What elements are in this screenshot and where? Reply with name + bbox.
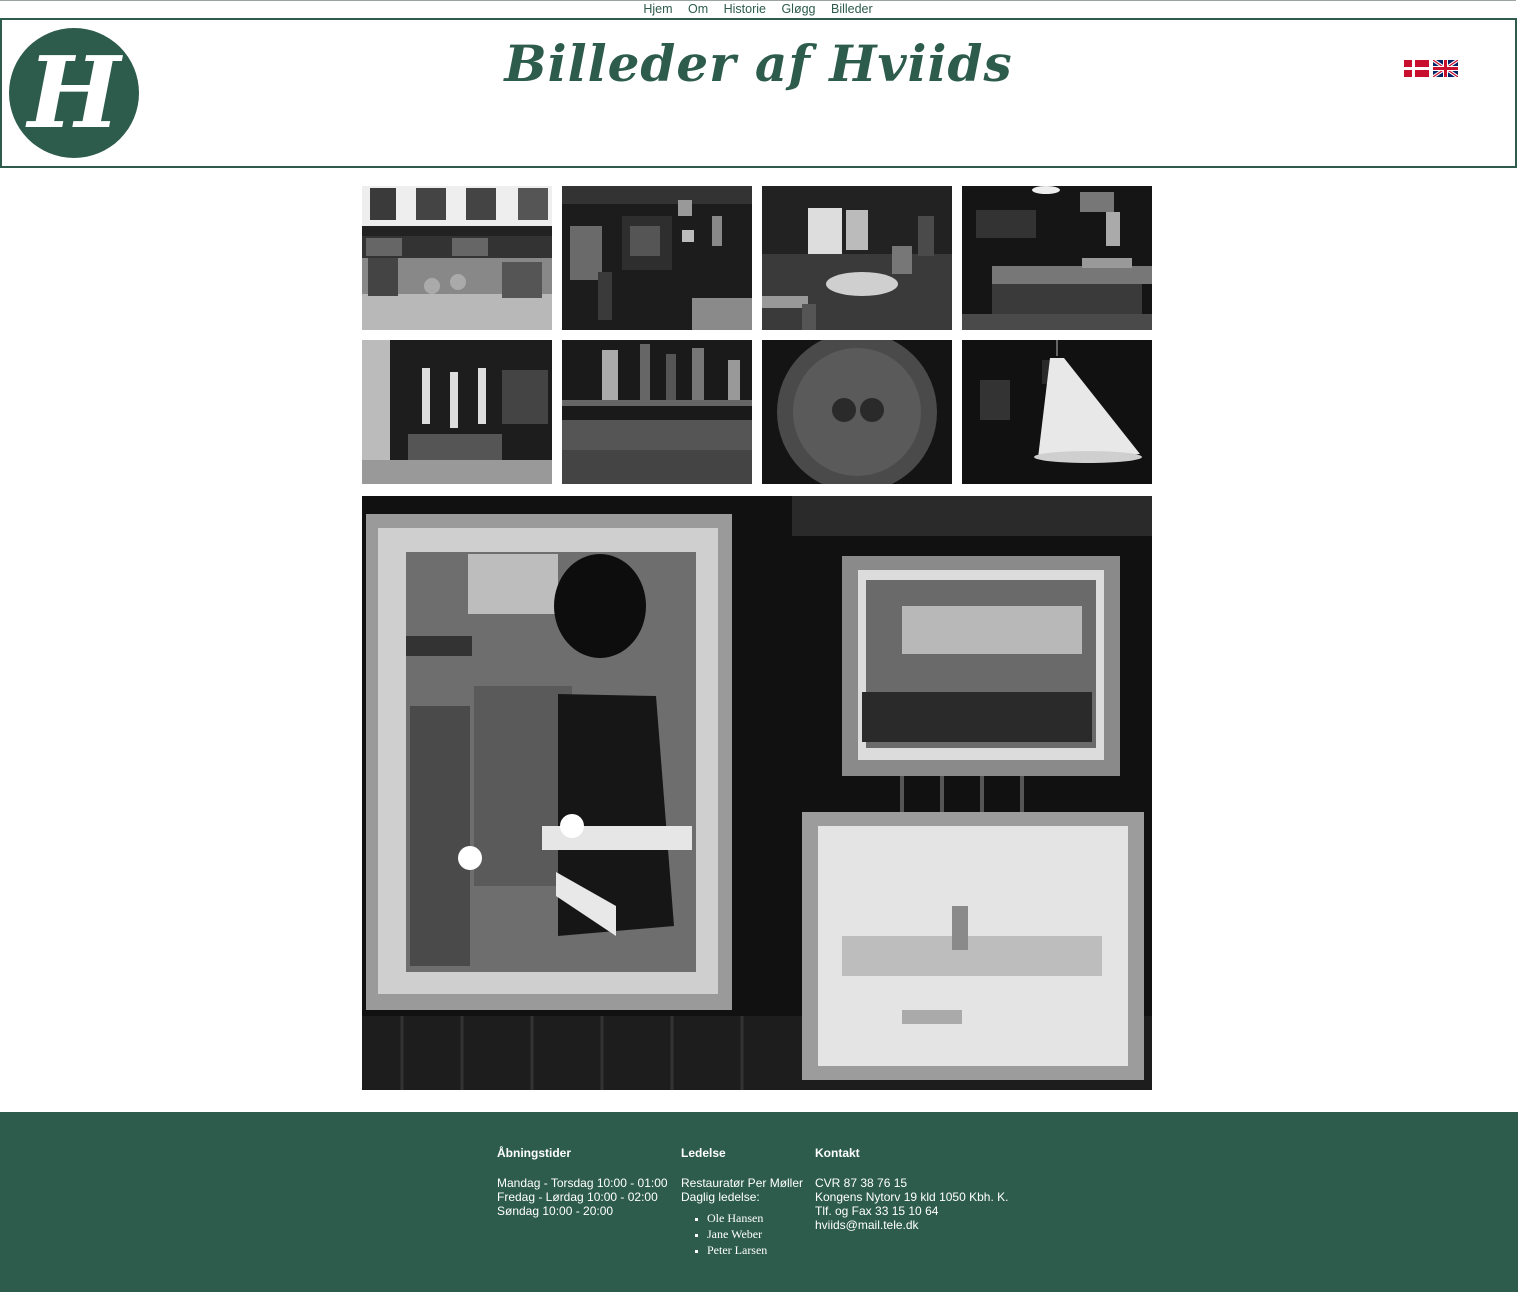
nav-link-glogg[interactable]: Gløgg	[781, 2, 815, 16]
main-photo	[362, 496, 1152, 1090]
contact-cvr: CVR 87 38 76 15	[815, 1176, 908, 1190]
staff-item: Jane Weber	[707, 1226, 803, 1242]
site-header: H Billeder af Hviids	[0, 18, 1517, 168]
nav-link-historie[interactable]: Historie	[724, 2, 766, 16]
opening-hours-line: Fredag - Lørdag 10:00 - 02:00	[497, 1190, 658, 1204]
nav-link-hjem[interactable]: Hjem	[643, 2, 672, 16]
uk-flag-icon[interactable]	[1433, 60, 1459, 77]
language-switcher	[1404, 60, 1459, 78]
thumbnail-dining-room[interactable]	[762, 186, 952, 330]
opening-hours-heading: Åbningstider	[497, 1146, 571, 1160]
top-navigation: Hjem Om Historie Gløgg Billeder	[0, 0, 1516, 18]
contact-heading: Kontakt	[815, 1146, 860, 1160]
staff-item: Ole Hansen	[707, 1210, 803, 1226]
nav-link-billeder[interactable]: Billeder	[831, 2, 873, 16]
contact-address: Kongens Nytorv 19 kld 1050 Kbh. K.	[815, 1190, 1009, 1204]
staff-item: Peter Larsen	[707, 1242, 803, 1258]
nav-link-om[interactable]: Om	[688, 2, 708, 16]
page-title: Billeder af Hviids	[504, 34, 1013, 93]
contact-email[interactable]: hviids@mail.tele.dk	[815, 1218, 1008, 1232]
footer-opening-hours: Åbningstider Mandag - Torsdag 10:00 - 01…	[497, 1146, 668, 1218]
thumbnail-round-table[interactable]	[762, 340, 952, 484]
staff-list: Ole Hansen Jane Weber Peter Larsen	[681, 1210, 803, 1258]
contact-phone: Tlf. og Fax 33 15 10 64	[815, 1204, 939, 1218]
opening-hours-line: Mandag - Torsdag 10:00 - 01:00	[497, 1176, 668, 1190]
footer-management: Ledelse Restauratør Per Møller Daglig le…	[681, 1146, 803, 1258]
danish-flag-icon[interactable]	[1404, 60, 1429, 77]
thumbnail-bottles-glasses[interactable]	[562, 340, 752, 484]
footer-contact: Kontakt CVR 87 38 76 15 Kongens Nytorv 1…	[815, 1146, 1008, 1232]
thumbnail-lamp[interactable]	[962, 340, 1152, 484]
thumbnail-bar-room[interactable]	[562, 186, 752, 330]
management-line: Restauratør Per Møller	[681, 1176, 804, 1190]
management-heading: Ledelse	[681, 1146, 726, 1160]
opening-hours-line: Søndag 10:00 - 20:00	[497, 1204, 614, 1218]
thumbnail-bar-counter[interactable]	[962, 186, 1152, 330]
thumbnail-facade[interactable]	[362, 186, 552, 330]
management-line: Daglig ledelse:	[681, 1190, 760, 1204]
thumbnail-beer-taps[interactable]	[362, 340, 552, 484]
site-footer: Åbningstider Mandag - Torsdag 10:00 - 01…	[0, 1112, 1518, 1292]
thumbnail-gallery	[362, 186, 1154, 484]
